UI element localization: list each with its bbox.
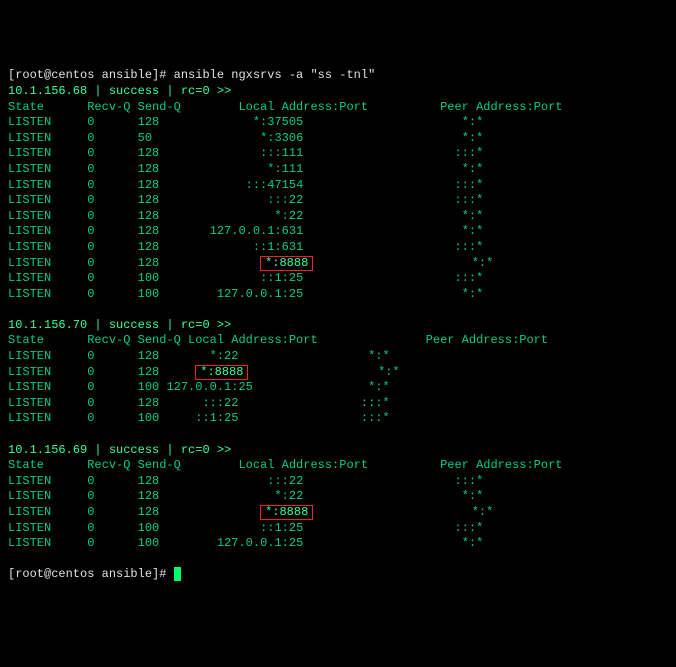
peer-addr: *:* [378, 365, 407, 379]
cursor [174, 567, 181, 581]
local-addr: ::1:25 [260, 271, 303, 285]
ss-row: LISTEN 0 128 [8, 224, 166, 238]
ss-row: LISTEN 0 128 [8, 349, 166, 363]
local-addr: *:3306 [260, 131, 303, 145]
command: ansible ngxsrvs -a "ss -tnl" [174, 68, 376, 82]
local-addr: :::22 [267, 474, 303, 488]
highlight-port: *:8888 [260, 256, 313, 271]
peer-addr: :::* [455, 193, 491, 207]
ss-row: LISTEN 0 128 [8, 396, 166, 410]
peer-addr: *:* [462, 209, 491, 223]
peer-addr: :::* [455, 474, 491, 488]
ss-row: LISTEN 0 128 [8, 256, 166, 270]
ss-row: LISTEN 0 100 [8, 521, 166, 535]
local-addr: *:111 [267, 162, 303, 176]
peer-addr: :::* [455, 146, 491, 160]
host-ip: 10.1.156.69 [8, 443, 87, 457]
local-addr: :::22 [202, 396, 238, 410]
prompt: [root@centos ansible]# [8, 68, 174, 82]
peer-addr: :::* [455, 271, 491, 285]
ss-row: LISTEN 0 128 [8, 505, 166, 519]
local-addr: 127.0.0.1:25 [217, 536, 303, 550]
highlight-port: *:8888 [260, 505, 313, 520]
local-addr: :::111 [260, 146, 303, 160]
ss-row: LISTEN 0 128 [8, 489, 166, 503]
local-addr: ::1:25 [195, 411, 238, 425]
local-addr: ::1:25 [260, 521, 303, 535]
host-status: | success | rc=0 >> [87, 84, 231, 98]
ss-header: State Recv-Q Send-Q Local Address:Port P… [8, 100, 570, 114]
prompt: [root@centos ansible]# [8, 568, 174, 582]
peer-addr: *:* [462, 115, 491, 129]
highlight-port: *:8888 [195, 365, 248, 380]
host-status: | success | rc=0 >> [87, 443, 231, 457]
peer-addr: :::* [361, 411, 397, 425]
ss-row: LISTEN 0 128 [8, 240, 166, 254]
ss-row: LISTEN 0 128 [8, 178, 166, 192]
peer-addr: *:* [462, 224, 491, 238]
ss-row: LISTEN 0 100 [8, 411, 166, 425]
peer-addr: *:* [462, 131, 491, 145]
terminal[interactable]: [root@centos ansible]# ansible ngxsrvs -… [8, 68, 668, 583]
peer-addr: *:* [368, 349, 397, 363]
local-addr: :::22 [267, 193, 303, 207]
peer-addr: *:* [462, 489, 491, 503]
local-addr: :::47154 [246, 178, 304, 192]
ss-row: LISTEN 0 128 [8, 365, 166, 379]
ss-row: LISTEN 0 50 [8, 131, 166, 145]
ss-row: LISTEN 0 100 [8, 380, 166, 394]
peer-addr: :::* [455, 178, 491, 192]
ss-header: State Recv-Q Send-Q Local Address:Port P… [8, 333, 555, 347]
local-addr: 127.0.0.1:25 [217, 287, 303, 301]
peer-addr: :::* [455, 521, 491, 535]
peer-addr: :::* [455, 240, 491, 254]
ss-row: LISTEN 0 128 [8, 209, 166, 223]
ss-row: LISTEN 0 128 [8, 146, 166, 160]
local-addr: 127.0.0.1:25 [166, 380, 252, 394]
host-status: | success | rc=0 >> [87, 318, 231, 332]
peer-addr: *:* [472, 505, 501, 519]
local-addr: ::1:631 [253, 240, 303, 254]
local-addr: *:22 [210, 349, 239, 363]
peer-addr: *:* [462, 536, 491, 550]
ss-row: LISTEN 0 128 [8, 474, 166, 488]
ss-row: LISTEN 0 100 [8, 536, 166, 550]
peer-addr: :::* [361, 396, 397, 410]
peer-addr: *:* [472, 256, 501, 270]
ss-row: LISTEN 0 128 [8, 193, 166, 207]
host-ip: 10.1.156.70 [8, 318, 87, 332]
local-addr: *:22 [274, 209, 303, 223]
local-addr: *:37505 [253, 115, 303, 129]
peer-addr: *:* [462, 287, 491, 301]
host-ip: 10.1.156.68 [8, 84, 87, 98]
ss-header: State Recv-Q Send-Q Local Address:Port P… [8, 458, 570, 472]
peer-addr: *:* [462, 162, 491, 176]
ss-row: LISTEN 0 100 [8, 287, 166, 301]
ss-row: LISTEN 0 100 [8, 271, 166, 285]
peer-addr: *:* [368, 380, 397, 394]
ss-row: LISTEN 0 128 [8, 115, 166, 129]
local-addr: *:22 [274, 489, 303, 503]
local-addr: 127.0.0.1:631 [210, 224, 304, 238]
ss-row: LISTEN 0 128 [8, 162, 166, 176]
